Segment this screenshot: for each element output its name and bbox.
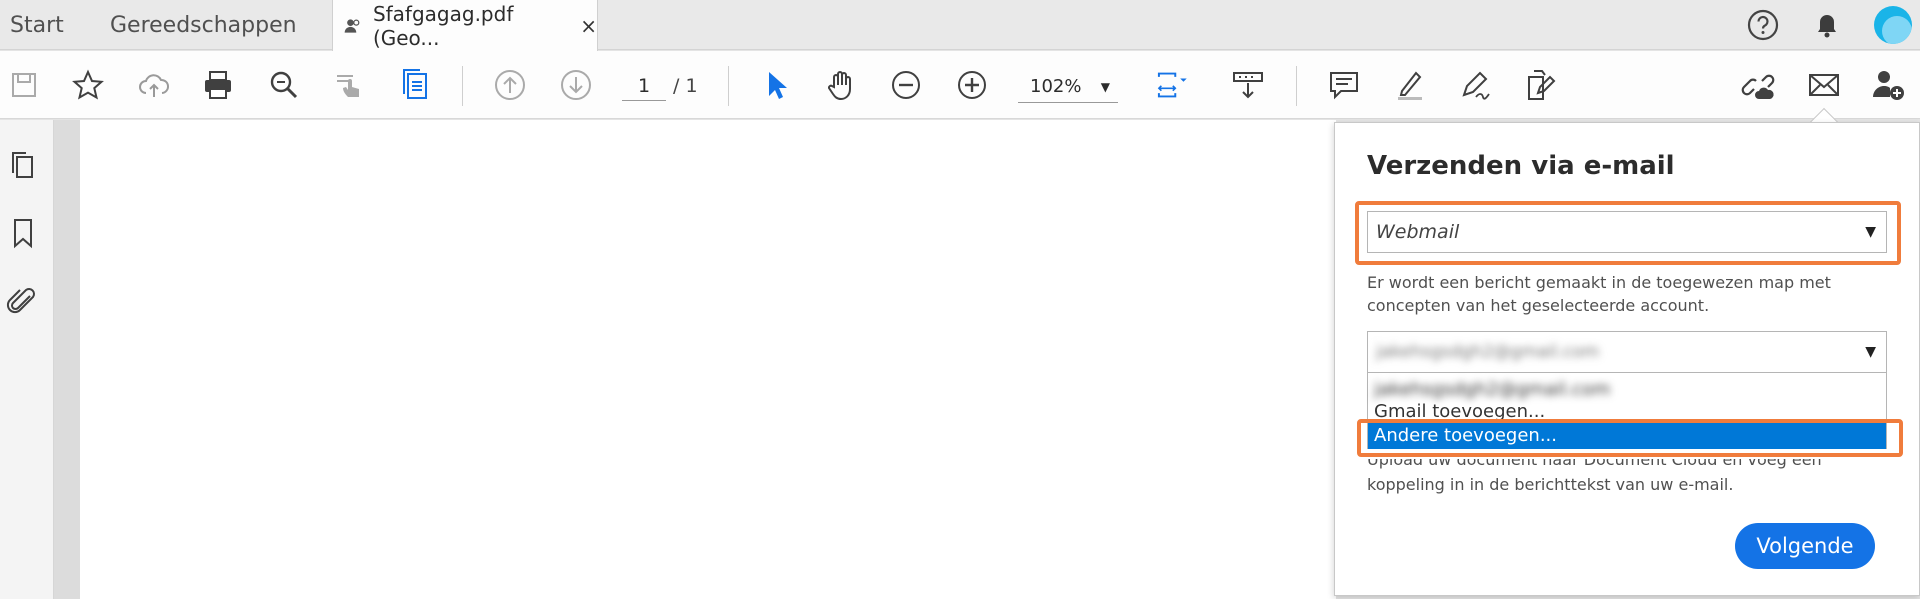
- save-icon: [12, 73, 36, 97]
- star-icon: [72, 69, 104, 100]
- chevron-down-icon: ▼: [1865, 344, 1876, 360]
- tab-document[interactable]: Sfafgagag.pdf (Geo... ×: [332, 0, 598, 51]
- highlight-box: [1357, 419, 1903, 457]
- paperclip-icon: [6, 288, 35, 314]
- organize-pages-button[interactable]: [396, 65, 436, 105]
- toolbar-divider: [1296, 66, 1297, 106]
- attachments-button[interactable]: [6, 284, 46, 324]
- bookmark-star-button[interactable]: [68, 65, 108, 105]
- hand-pointer-icon: [337, 75, 359, 97]
- bookmarks-button[interactable]: [6, 216, 46, 256]
- fill-sign-button[interactable]: [1520, 65, 1560, 105]
- add-user-icon: [1873, 71, 1904, 100]
- page-thumbnails-button[interactable]: [6, 148, 46, 188]
- link-cloud-icon: [1741, 74, 1775, 99]
- add-person-button[interactable]: [1868, 65, 1908, 105]
- document-page[interactable]: [80, 120, 1336, 599]
- cloud-upload-icon: [139, 74, 169, 97]
- top-right-controls: [1746, 0, 1920, 50]
- email-button[interactable]: [1804, 65, 1844, 105]
- next-button[interactable]: Volgende: [1735, 523, 1875, 569]
- edit-document-icon: [1528, 70, 1556, 100]
- email-client-description: Er wordt een bericht gemaakt in de toege…: [1367, 273, 1831, 315]
- search-icon: [270, 71, 298, 99]
- pages-icon: [403, 69, 427, 99]
- select-tool-button[interactable]: [756, 65, 796, 105]
- highlight-button[interactable]: [1390, 65, 1430, 105]
- toolbar-divider: [462, 66, 463, 106]
- toolbar-divider: [728, 66, 729, 106]
- fit-width-icon: [1157, 72, 1187, 98]
- scroll-mode-button[interactable]: [1228, 65, 1268, 105]
- hand-tool-button[interactable]: [822, 65, 862, 105]
- send-email-panel: Verzenden via e-mail Webmail ▼ Er wordt …: [1334, 122, 1920, 596]
- close-tab-icon[interactable]: ×: [580, 14, 597, 38]
- envelope-icon: [1809, 74, 1839, 96]
- page-total: / 1: [673, 75, 698, 97]
- upload-cloud-button[interactable]: [134, 65, 174, 105]
- avatar[interactable]: [1874, 6, 1912, 44]
- share-link-button[interactable]: [1738, 65, 1778, 105]
- left-sidebar: [0, 120, 54, 599]
- print-icon: [205, 71, 231, 99]
- previous-page-button[interactable]: [490, 65, 530, 105]
- tab-tools[interactable]: Gereedschappen: [110, 0, 297, 50]
- zoom-out-button[interactable]: [886, 65, 926, 105]
- highlighter-icon: [1398, 71, 1422, 100]
- document-gutter: [54, 120, 80, 599]
- help-icon[interactable]: [1746, 8, 1780, 42]
- cursor-arrow-icon: [769, 72, 787, 99]
- highlight-box: [1355, 201, 1901, 265]
- zoom-value: 102%: [1030, 76, 1082, 97]
- toolbar: 1 / 1 102% ▼: [0, 51, 1920, 119]
- zoom-in-button[interactable]: [952, 65, 992, 105]
- shared-user-icon: [344, 18, 360, 33]
- cloud-description-line2: koppeling in in de berichttekst van uw e…: [1367, 475, 1734, 494]
- bell-icon[interactable]: [1810, 8, 1844, 42]
- pages-copy-icon: [12, 152, 33, 178]
- zoom-select[interactable]: 102% ▼: [1018, 71, 1118, 103]
- print-button[interactable]: [198, 65, 238, 105]
- hand-icon: [828, 71, 851, 101]
- arrow-down-circle-icon: [561, 70, 591, 100]
- comment-button[interactable]: [1324, 65, 1364, 105]
- minus-circle-icon: [892, 71, 920, 99]
- arrow-up-circle-icon: [495, 70, 525, 100]
- account-value: jakehsgsdgh2@gmail.com: [1376, 342, 1600, 362]
- sign-button[interactable]: [1454, 65, 1494, 105]
- tab-document-label: Sfafgagag.pdf (Geo...: [372, 1, 514, 50]
- tab-start[interactable]: Start: [10, 0, 64, 50]
- chevron-down-icon: ▼: [1100, 80, 1110, 94]
- page-number-input[interactable]: 1: [622, 71, 666, 101]
- fit-page-button[interactable]: [1146, 65, 1198, 105]
- pen-sign-icon: [1462, 71, 1490, 100]
- read-aloud-button[interactable]: [330, 65, 370, 105]
- next-page-button[interactable]: [556, 65, 596, 105]
- save-button[interactable]: [4, 65, 44, 105]
- comment-icon: [1330, 72, 1358, 100]
- tab-bar: Start Gereedschappen Sfafgagag.pdf (Geo.…: [0, 0, 1920, 51]
- bookmark-icon: [14, 219, 32, 249]
- search-button[interactable]: [264, 65, 304, 105]
- panel-title: Verzenden via e-mail: [1367, 151, 1675, 181]
- plus-circle-icon: [958, 71, 986, 99]
- account-select[interactable]: jakehsgsdgh2@gmail.com ▼: [1367, 331, 1887, 373]
- scroll-down-icon: [1233, 72, 1263, 99]
